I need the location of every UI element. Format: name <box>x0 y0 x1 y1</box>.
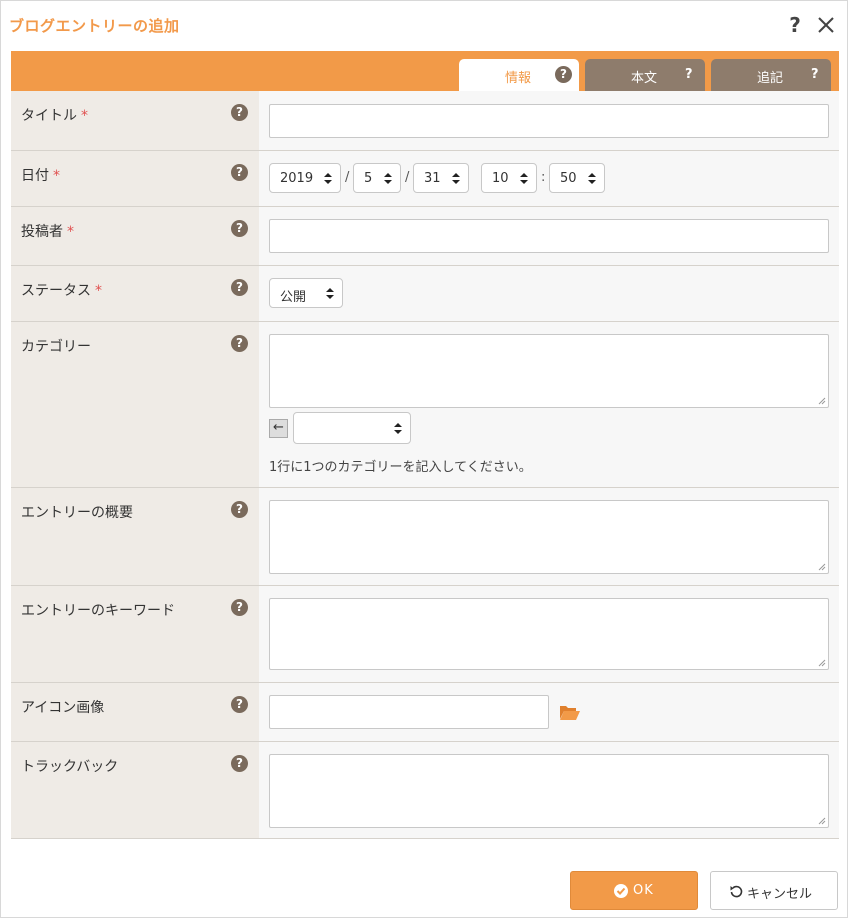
row-trackback: トラックバック ? <box>11 742 839 839</box>
day-select[interactable]: 31 <box>413 163 469 193</box>
trackback-label: トラックバック <box>21 759 119 775</box>
folder-open-icon[interactable] <box>559 704 581 722</box>
icon-image-help-icon[interactable]: ? <box>231 696 248 713</box>
category-insert-button[interactable]: ← <box>269 419 288 438</box>
icon-image-input[interactable] <box>269 695 549 729</box>
trackback-help-icon[interactable]: ? <box>231 755 248 772</box>
author-help-icon[interactable]: ? <box>231 220 248 237</box>
date-separator: / <box>345 170 350 185</box>
minute-select[interactable]: 50 <box>549 163 605 193</box>
summary-textarea[interactable] <box>269 500 829 574</box>
keywords-textarea[interactable] <box>269 598 829 670</box>
row-category: カテゴリー ? ← 1行に1つのカテゴリーを記入してください。 <box>11 322 839 488</box>
cancel-button[interactable]: キャンセル <box>710 871 838 910</box>
cancel-button-label: キャンセル <box>747 887 813 902</box>
row-icon-image: アイコン画像 ? <box>11 683 839 742</box>
row-status: ステータス * ? 公開 <box>11 266 839 322</box>
row-author: 投稿者 * ? <box>11 207 839 266</box>
trackback-textarea[interactable] <box>269 754 829 828</box>
tab-info[interactable]: 情報 ? <box>459 59 579 91</box>
select-arrows-icon <box>588 173 596 184</box>
select-arrows-icon <box>394 423 402 434</box>
date-label: 日付 * <box>21 168 60 184</box>
resize-grip-icon <box>818 397 826 405</box>
dialog-title: ブログエントリーの追加 <box>9 17 180 35</box>
time-separator: : <box>541 170 546 185</box>
select-arrows-icon <box>384 173 392 184</box>
select-arrows-icon <box>326 288 334 299</box>
category-help-icon[interactable]: ? <box>231 335 248 352</box>
tab-extra-label: 追記 <box>757 71 784 86</box>
resize-grip-icon <box>818 563 826 571</box>
check-circle-icon <box>614 884 628 898</box>
tab-body[interactable]: 本文 ? <box>585 59 705 91</box>
tab-body-help-icon[interactable]: ? <box>685 67 693 82</box>
tab-extra[interactable]: 追記 ? <box>711 59 831 91</box>
tab-body-label: 本文 <box>631 71 658 86</box>
category-hint: 1行に1つのカテゴリーを記入してください。 <box>269 460 532 475</box>
blog-entry-dialog: ブログエントリーの追加 ? 情報 ? 本文 ? 追記 ? タイトル * ? 日付… <box>0 0 848 918</box>
tab-info-help-icon[interactable]: ? <box>555 66 572 83</box>
resize-grip-icon <box>818 817 826 825</box>
hour-select[interactable]: 10 <box>481 163 537 193</box>
row-title: タイトル * ? <box>11 91 839 151</box>
summary-label: エントリーの概要 <box>21 505 133 521</box>
dialog-help-button[interactable]: ? <box>785 13 805 37</box>
author-label: 投稿者 * <box>21 224 74 240</box>
tab-extra-help-icon[interactable]: ? <box>811 67 819 82</box>
ok-button-label: OK <box>633 883 654 898</box>
resize-grip-icon <box>818 659 826 667</box>
close-button[interactable] <box>815 13 837 37</box>
keywords-help-icon[interactable]: ? <box>231 599 248 616</box>
close-icon <box>818 17 834 33</box>
status-label: ステータス * <box>21 283 102 299</box>
tab-info-label: 情報 <box>505 71 532 86</box>
status-select[interactable]: 公開 <box>269 278 343 308</box>
dialog-titlebar: ブログエントリーの追加 ? <box>1 1 847 49</box>
title-help-icon[interactable]: ? <box>231 104 248 121</box>
summary-help-icon[interactable]: ? <box>231 501 248 518</box>
date-help-icon[interactable]: ? <box>231 164 248 181</box>
title-input[interactable] <box>269 104 829 138</box>
author-input[interactable] <box>269 219 829 253</box>
undo-icon <box>730 885 743 898</box>
category-select[interactable] <box>293 412 411 444</box>
select-arrows-icon <box>520 173 528 184</box>
row-summary: エントリーの概要 ? <box>11 488 839 586</box>
category-textarea[interactable] <box>269 334 829 408</box>
select-arrows-icon <box>324 173 332 184</box>
year-select[interactable]: 2019 <box>269 163 341 193</box>
month-select[interactable]: 5 <box>353 163 401 193</box>
status-help-icon[interactable]: ? <box>231 279 248 296</box>
category-label: カテゴリー <box>21 339 91 355</box>
date-separator: / <box>405 170 410 185</box>
select-arrows-icon <box>452 173 460 184</box>
keywords-label: エントリーのキーワード <box>21 603 175 619</box>
ok-button[interactable]: OK <box>570 871 698 910</box>
icon-image-label: アイコン画像 <box>21 700 105 716</box>
tab-bar: 情報 ? 本文 ? 追記 ? <box>11 51 839 91</box>
row-keywords: エントリーのキーワード ? <box>11 586 839 683</box>
title-label: タイトル * <box>21 108 88 124</box>
row-date: 日付 * ? 2019 / 5 / 31 10: 50 <box>11 151 839 207</box>
